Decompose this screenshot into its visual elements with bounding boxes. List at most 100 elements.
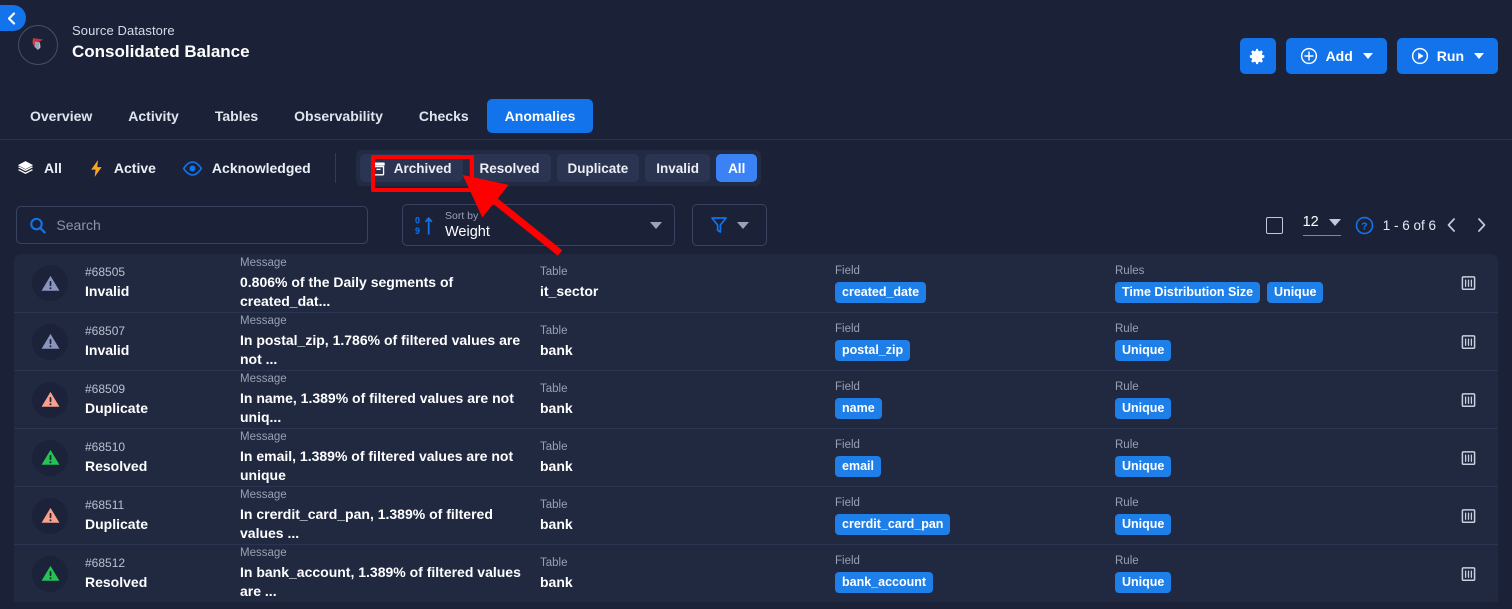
pagination-prev-button[interactable] — [1436, 210, 1466, 240]
view-filter-active[interactable]: Active — [88, 159, 156, 178]
rule-tags: Time Distribution Size Unique — [1115, 281, 1498, 303]
archive-row-button[interactable] — [1461, 275, 1476, 292]
cell-field: Field created_date — [835, 264, 1115, 303]
rule-tag[interactable]: Unique — [1115, 340, 1172, 361]
chip-invalid[interactable]: Invalid — [645, 154, 711, 182]
field-label: Field — [835, 264, 860, 277]
rules-label: Rule — [1115, 323, 1139, 335]
select-all-checkbox[interactable] — [1265, 216, 1283, 234]
chevron-left-icon — [7, 11, 16, 25]
message-label: Message — [240, 431, 287, 443]
anomaly-status: Resolved — [85, 457, 148, 474]
tab-overview[interactable]: Overview — [12, 99, 110, 133]
archive-row-button[interactable] — [1461, 507, 1476, 524]
rule-tag[interactable]: Unique — [1115, 514, 1172, 535]
table-row[interactable]: #68507 Invalid Message In postal_zip, 1.786… — [14, 312, 1498, 370]
archive-row-button[interactable] — [1461, 391, 1476, 408]
anomaly-status: Duplicate — [85, 399, 149, 416]
table-row[interactable]: #68510 Resolved Message In email, 1.389% of… — [14, 428, 1498, 486]
tab-anomalies[interactable]: Anomalies — [486, 98, 594, 133]
tab-activity[interactable]: Activity — [110, 99, 197, 133]
cell-rules: Rule Unique — [1115, 438, 1498, 477]
table-row[interactable]: #68512 Resolved Message In bank_account, 1.… — [14, 544, 1498, 602]
chip-resolved[interactable]: Resolved — [468, 154, 551, 182]
rule-tag[interactable]: Time Distribution Size — [1115, 281, 1261, 303]
help-icon[interactable]: ? — [1355, 216, 1374, 235]
search-box[interactable] — [16, 206, 368, 244]
rules-label: Rule — [1115, 381, 1139, 393]
search-input[interactable] — [56, 217, 355, 233]
message-label: Message — [240, 256, 287, 269]
trash-icon — [1461, 334, 1476, 349]
table-row[interactable]: #68509 Duplicate Message In name, 1.389% of… — [14, 370, 1498, 428]
rule-tags: Unique — [1115, 514, 1498, 535]
chevron-down-icon — [650, 221, 662, 229]
field-tag[interactable]: email — [835, 456, 881, 477]
trash-icon — [1461, 566, 1476, 581]
pagination-next-button[interactable] — [1466, 210, 1496, 240]
page-size-select[interactable]: 12 — [1302, 214, 1341, 236]
svg-text:0: 0 — [415, 215, 420, 225]
cell-msg: Message 0.806% of the Daily segments of c… — [240, 256, 540, 311]
cell-rules: Rule Unique — [1115, 554, 1498, 593]
rule-tags: Unique — [1115, 340, 1498, 361]
status-badge — [32, 381, 68, 418]
field-tags: email — [835, 456, 1115, 477]
chevron-down-icon — [1328, 218, 1341, 226]
field-tag[interactable]: name — [835, 398, 882, 419]
layers-icon — [17, 160, 34, 174]
cell-id: #68509 Duplicate — [85, 382, 240, 418]
table-label: Table — [540, 266, 568, 278]
cell-id: #68507 Invalid — [85, 324, 240, 360]
archive-row-button[interactable] — [1461, 449, 1476, 466]
status-chip-group: Archived Resolved Duplicate Invalid All — [355, 150, 762, 186]
filter-divider — [334, 153, 336, 183]
field-tag[interactable]: created_date — [835, 281, 927, 303]
cell-field: Field crerdit_card_pan — [835, 496, 1115, 535]
tab-checks[interactable]: Checks — [401, 99, 487, 133]
message-label: Message — [240, 489, 287, 501]
rule-tag[interactable]: Unique — [1115, 456, 1172, 477]
pagination-range: 1 - 6 of 6 — [1382, 217, 1436, 233]
view-filter-all[interactable]: All — [16, 159, 62, 178]
archive-row-button[interactable] — [1461, 333, 1476, 350]
svg-text:?: ? — [1361, 221, 1367, 232]
view-filter-acknowledged[interactable]: Acknowledged — [182, 159, 311, 178]
table-row[interactable]: #68505 Invalid Message 0.806% of the Daily … — [14, 254, 1498, 312]
table-row[interactable]: #68511 Duplicate Message In crerdit_card_pa… — [14, 486, 1498, 544]
tab-observability[interactable]: Observability — [276, 99, 401, 133]
rule-tag[interactable]: Unique — [1115, 572, 1172, 593]
rule-tag[interactable]: Unique — [1267, 281, 1324, 303]
run-button[interactable]: Run — [1396, 38, 1498, 74]
view-filters: All Active Acknowledged — [16, 159, 311, 178]
view-filter-active-label: Active — [113, 160, 156, 176]
warning-triangle-icon — [41, 391, 59, 407]
rules-label: Rules — [1115, 264, 1145, 277]
filter-button[interactable] — [692, 204, 767, 246]
tab-tables[interactable]: Tables — [197, 99, 276, 133]
add-button[interactable]: Add — [1285, 38, 1387, 74]
chip-archived[interactable]: Archived — [359, 154, 463, 182]
chip-duplicate[interactable]: Duplicate — [556, 154, 640, 182]
anomaly-id: #68512 — [85, 555, 126, 570]
chip-all[interactable]: All — [716, 154, 758, 182]
plus-circle-icon — [1300, 47, 1317, 65]
field-tag[interactable]: postal_zip — [835, 340, 911, 361]
field-tags: name — [835, 398, 1115, 419]
cell-rules: Rules Time Distribution Size Unique — [1115, 264, 1498, 303]
back-button[interactable] — [0, 5, 26, 31]
settings-button[interactable] — [1239, 38, 1276, 74]
cell-table: Table it_sector — [540, 265, 835, 301]
archive-row-button[interactable] — [1461, 565, 1476, 582]
field-tag[interactable]: bank_account — [835, 572, 934, 593]
cell-msg: Message In bank_account, 1.389% of filter… — [240, 546, 540, 601]
field-tag[interactable]: crerdit_card_pan — [835, 514, 951, 535]
message-value: In bank_account, 1.389% of filtered valu… — [240, 564, 521, 599]
table-value: bank — [540, 341, 573, 358]
chevron-left-icon — [1447, 218, 1455, 232]
sort-by-select[interactable]: 0 9 Sort by Weight — [402, 204, 675, 246]
rule-tag[interactable]: Unique — [1115, 398, 1172, 419]
filter-bar: All Active Acknowledged Archived Resolve… — [0, 140, 1512, 196]
message-value: In name, 1.389% of filtered values are n… — [240, 390, 514, 425]
trash-icon — [1461, 450, 1476, 465]
